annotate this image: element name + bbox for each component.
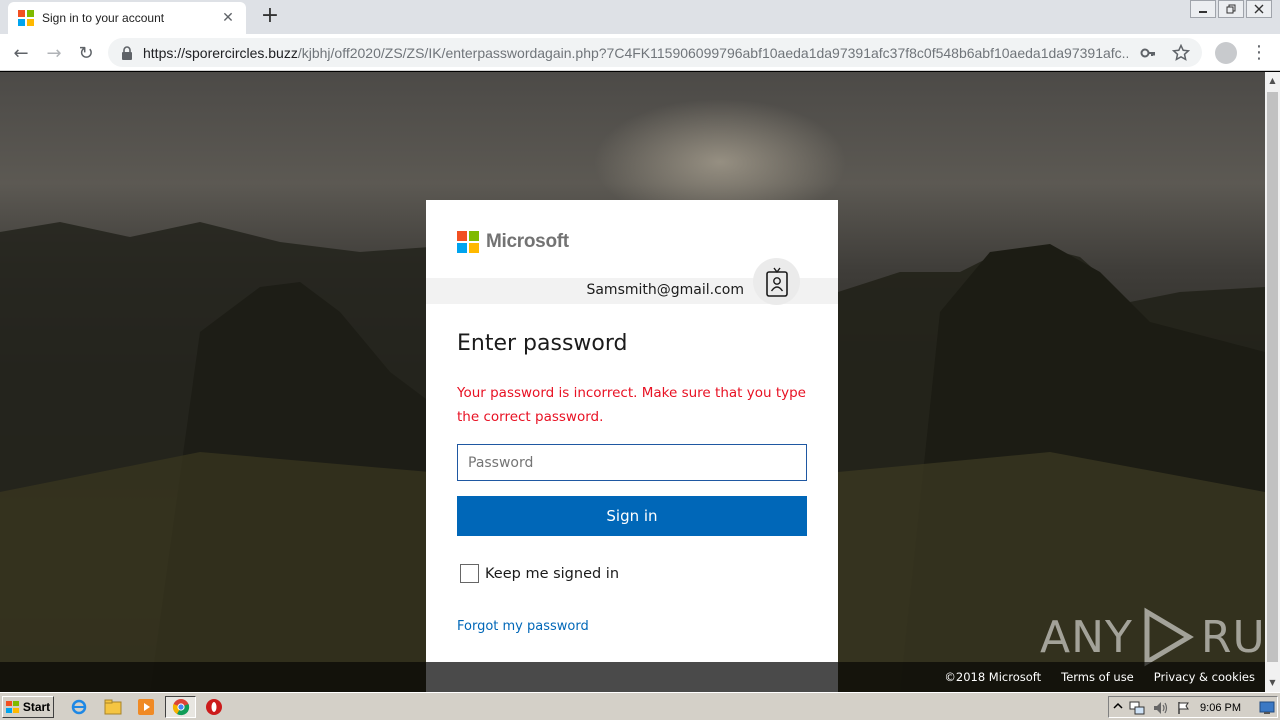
microsoft-squares-icon	[457, 231, 479, 253]
tab-close-icon[interactable]: ✕	[220, 10, 236, 26]
key-icon[interactable]	[1140, 45, 1156, 61]
anyrun-watermark: ANY RUN	[1040, 607, 1265, 667]
chrome-taskbar-item[interactable]	[165, 696, 196, 718]
page-background: ANY RUN ©2018 Microsoft Terms of use Pri…	[0, 72, 1265, 692]
show-desktop-icon[interactable]	[1259, 701, 1275, 715]
star-icon[interactable]	[1172, 43, 1190, 62]
play-logo-icon	[1144, 607, 1194, 667]
forward-button[interactable]: →	[41, 40, 67, 66]
taskbar: Start 9:06 PM	[0, 692, 1280, 720]
watermark-right-text: RUN	[1200, 611, 1265, 663]
vertical-scrollbar[interactable]: ▲ ▼	[1265, 72, 1280, 692]
minimize-icon	[1199, 11, 1207, 13]
close-icon	[1254, 4, 1264, 14]
password-field[interactable]	[457, 444, 807, 481]
signin-button[interactable]: Sign in	[457, 496, 807, 536]
restore-icon	[1226, 4, 1236, 14]
file-explorer-icon[interactable]	[104, 698, 122, 716]
identity-badge	[753, 258, 800, 305]
minimize-button[interactable]	[1190, 0, 1216, 18]
clock: 9:06 PM	[1200, 702, 1241, 714]
privacy-link[interactable]: Privacy & cookies	[1154, 670, 1255, 684]
start-button[interactable]: Start	[2, 696, 54, 718]
identity-email: Samsmith@gmail.com	[586, 282, 744, 298]
browser-menu-button[interactable]: ⋮	[1250, 40, 1268, 66]
url-path: /kjbhj/off2020/ZS/ZS/IK/enterpasswordaga…	[297, 44, 1128, 61]
media-player-icon[interactable]	[137, 698, 155, 716]
terms-link[interactable]: Terms of use	[1061, 670, 1134, 684]
windows-flag-icon	[5, 701, 20, 713]
chrome-icon	[172, 699, 190, 716]
window-controls	[1188, 0, 1272, 18]
keep-signed-in[interactable]: Keep me signed in	[460, 564, 619, 583]
network-icon[interactable]	[1129, 701, 1145, 715]
action-center-flag-icon[interactable]	[1177, 701, 1191, 715]
scroll-down-arrow-icon[interactable]: ▼	[1265, 676, 1280, 690]
tab-strip: Sign in to your account ✕ +	[0, 0, 1280, 34]
restore-button[interactable]	[1218, 0, 1244, 18]
close-window-button[interactable]	[1246, 0, 1272, 18]
reload-button[interactable]: ↻	[73, 40, 99, 66]
signin-card: Microsoft Samsmith@gmail.com Enter passw…	[426, 200, 838, 662]
new-tab-button[interactable]: +	[258, 4, 282, 28]
scroll-up-arrow-icon[interactable]: ▲	[1265, 74, 1280, 88]
footer-links: ©2018 Microsoft Terms of use Privacy & c…	[924, 670, 1255, 684]
forgot-password-link[interactable]: Forgot my password	[457, 619, 589, 634]
start-label: Start	[22, 700, 51, 714]
browser-tab[interactable]: Sign in to your account ✕	[8, 2, 246, 34]
browser-toolbar: ← → ↻ https://sporercircles.buzz/kjbhj/o…	[0, 34, 1280, 71]
microsoft-logo: Microsoft	[457, 231, 569, 253]
back-button[interactable]: ←	[8, 40, 34, 66]
keep-signed-in-checkbox[interactable]	[460, 564, 479, 583]
system-tray: 9:06 PM	[1108, 696, 1278, 718]
brand-name: Microsoft	[486, 231, 569, 252]
show-hidden-icons-icon[interactable]	[1112, 701, 1124, 713]
lock-icon	[122, 45, 132, 60]
microsoft-favicon-icon	[18, 10, 34, 26]
tab-title: Sign in to your account	[42, 11, 165, 25]
keep-signed-in-label: Keep me signed in	[485, 565, 620, 582]
address-bar[interactable]: https://sporercircles.buzz/kjbhj/off2020…	[108, 38, 1202, 67]
error-message: Your password is incorrect. Make sure th…	[457, 385, 806, 425]
id-badge-icon	[765, 267, 788, 297]
url-text[interactable]: https://sporercircles.buzz/kjbhj/off2020…	[143, 45, 1128, 61]
card-footer-strip	[426, 662, 838, 692]
url-host: https://sporercircles.buzz	[143, 44, 298, 61]
scroll-thumb[interactable]	[1267, 92, 1278, 662]
profile-avatar-icon[interactable]	[1215, 42, 1237, 64]
copyright-text: ©2018 Microsoft	[944, 670, 1042, 684]
volume-icon[interactable]	[1153, 701, 1169, 715]
page-title: Enter password	[457, 331, 628, 356]
watermark-left-text: ANY	[1040, 611, 1133, 663]
internet-explorer-icon[interactable]	[70, 698, 88, 716]
opera-icon[interactable]	[205, 698, 223, 716]
